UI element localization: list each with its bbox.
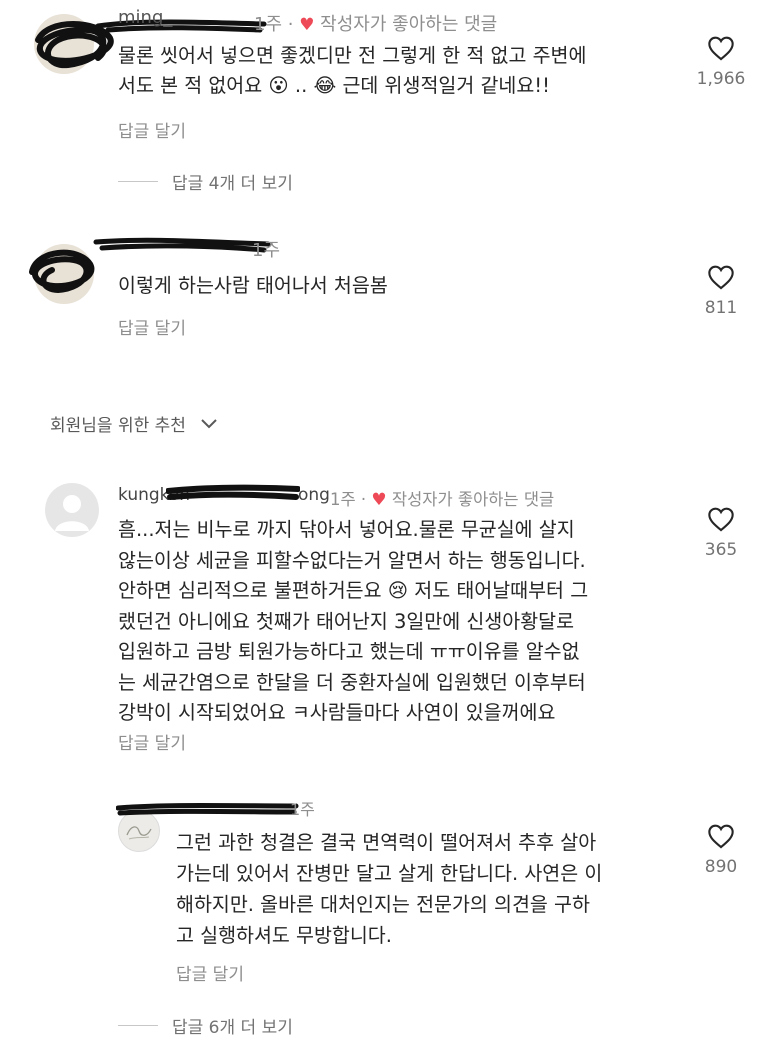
- like-control: 890: [681, 823, 761, 877]
- like-count: 890: [704, 857, 738, 877]
- chevron-down-icon: [201, 418, 217, 428]
- redaction-scribble: [116, 803, 299, 816]
- like-count: 1,966: [696, 69, 746, 89]
- comment-text: 물론 씻어서 넣으면 좋겠디만 전 그렇게 한 적 없고 주변에 서도 본 적 …: [118, 41, 586, 101]
- comment-text: 이렇게 하는사람 태어나서 처음봄: [118, 271, 388, 301]
- comment-line: 그런 과한 청결은 결국 면역력이 떨어져서 추후 살아: [176, 831, 597, 854]
- heart-outline-icon[interactable]: [707, 264, 735, 290]
- reply-button[interactable]: 답글 달기: [118, 117, 186, 142]
- reply-button[interactable]: 답글 달기: [118, 314, 186, 339]
- heart-outline-icon[interactable]: [707, 506, 735, 532]
- comment-text: 그런 과한 청결은 결국 면역력이 떨어져서 추후 살아 가는데 있어서 잔병만…: [176, 827, 602, 951]
- timestamp: 1주: [290, 800, 315, 819]
- comment-line: 해하지만. 올바른 대처인지는 전문가의 의견을 구하: [176, 893, 590, 916]
- view-more-replies-button[interactable]: 답글 4개 더 보기: [118, 169, 293, 194]
- heart-filled-icon: ♥: [299, 15, 315, 35]
- recommended-section-header[interactable]: 회원님을 위한 추천: [50, 411, 218, 436]
- author-liked-label: 작성자가 좋아하는 댓글: [320, 14, 498, 35]
- comment-text: 흠...저는 비누로 까지 닦아서 넣어요.물론 무균실에 살지 않는이상 세균…: [118, 515, 588, 729]
- like-control: 365: [681, 506, 761, 560]
- view-more-replies-label: 답글 6개 더 보기: [172, 1018, 293, 1038]
- section-title: 회원님을 위한 추천: [50, 416, 186, 436]
- comment-line: 고 실행하셔도 무방합니다.: [176, 924, 392, 947]
- comment-line: 이렇게 하는사람 태어나서 처음봄: [118, 274, 388, 297]
- comment-line: 않는이상 세균을 피할수없다는거 알면서 하는 행동입니다.: [118, 548, 586, 572]
- view-more-replies-button[interactable]: 답글 6개 더 보기: [118, 1013, 293, 1038]
- heart-outline-icon[interactable]: [707, 823, 735, 849]
- like-control: 1,966: [681, 35, 761, 89]
- comment-line: 는 세균간염으로 한달을 더 중환자실에 입원했던 이후부터: [118, 670, 586, 694]
- reply-button[interactable]: 답글 달기: [118, 729, 186, 754]
- like-count: 811: [704, 298, 738, 318]
- comment-line: 서도 본 적 없어요 😮 .. 😂 근데 위생적일거 같네요!!: [118, 74, 550, 97]
- comment-line: 흠...저는 비누로 까지 닦아서 넣어요.물론 무균실에 살지: [118, 518, 575, 541]
- reply-button[interactable]: 답글 달기: [176, 960, 244, 985]
- comment-username[interactable]: ming_: [118, 7, 172, 28]
- comment-line: 물론 씻어서 넣으면 좋겠디만 전 그렇게 한 적 없고 주변에: [118, 44, 587, 67]
- comment-line: 가는데 있어서 잔병만 달고 살게 한답니다. 사연은 이: [176, 862, 603, 885]
- comment-meta: 1주 · ♥ 작성자가 좋아하는 댓글: [330, 486, 554, 510]
- like-control: 811: [681, 264, 761, 318]
- username-text-end[interactable]: ong: [298, 485, 330, 505]
- redaction-scribble: [166, 484, 300, 500]
- divider-line: [118, 1025, 158, 1026]
- comment-line: 랬던건 아니에요 첫째가 태어난지 3일만에 신생아황달로: [118, 609, 575, 633]
- author-liked-label: 작성자가 좋아하는 댓글: [391, 490, 555, 509]
- heart-filled-icon: ♥: [371, 490, 387, 510]
- timestamp: 1주 ·: [330, 490, 372, 509]
- default-avatar[interactable]: [45, 483, 99, 537]
- heart-outline-icon[interactable]: [707, 35, 735, 61]
- like-count: 365: [704, 540, 738, 560]
- person-icon: [55, 495, 89, 531]
- timestamp: 1주: [252, 240, 281, 261]
- comment-line: 강박이 시작되었어요 ㅋ사람들마다 사연이 있을꺼에요: [118, 701, 556, 724]
- comment-line: 안하면 심리적으로 불편하거든요 😢 저도 태어날때부터 그: [118, 579, 589, 602]
- username-text[interactable]: ming_: [118, 7, 172, 28]
- comment-meta: 1주 · ♥ 작성자가 좋아하는 댓글: [254, 10, 497, 36]
- divider-line: [118, 181, 158, 182]
- comment-username-end[interactable]: ong: [298, 485, 330, 505]
- view-more-replies-label: 답글 4개 더 보기: [172, 174, 293, 194]
- timestamp: 1주 ·: [254, 14, 300, 35]
- comment-line: 입원하고 금방 퇴원가능하다고 했는데 ㅠㅠ이유를 알수없: [118, 640, 580, 663]
